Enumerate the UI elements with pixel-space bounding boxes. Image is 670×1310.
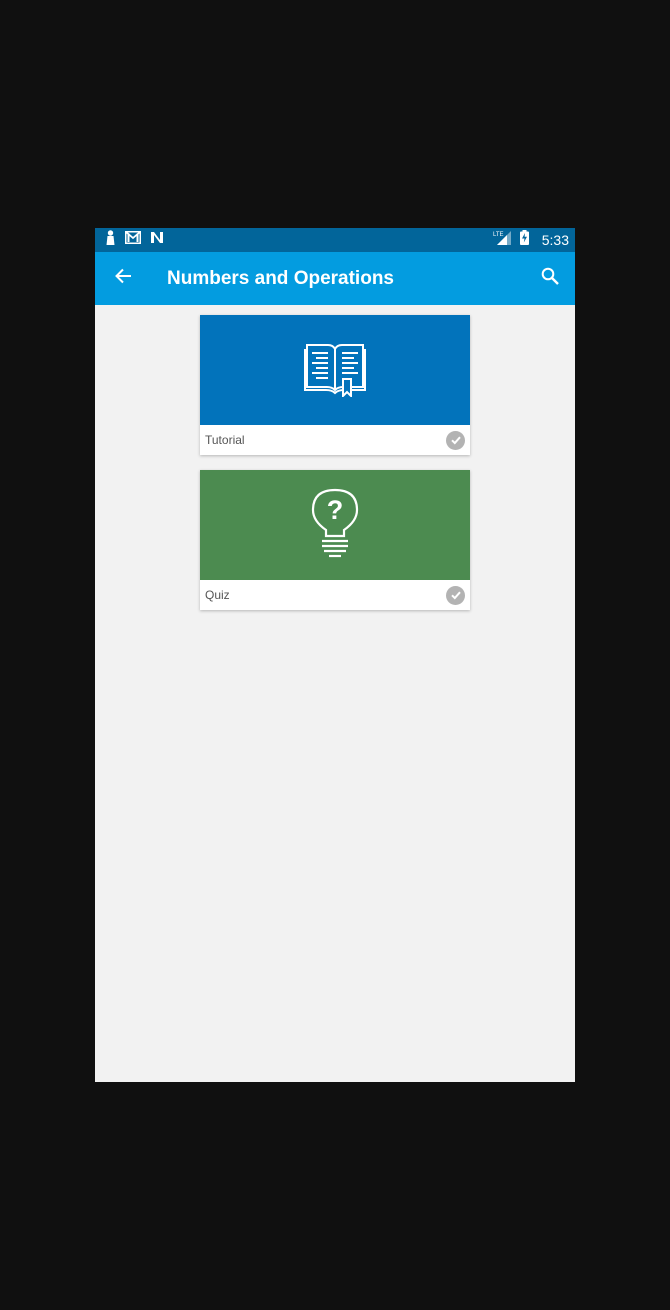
n-app-icon bbox=[150, 231, 164, 249]
back-button[interactable] bbox=[95, 252, 151, 305]
search-icon bbox=[541, 267, 559, 290]
notification-icons bbox=[105, 230, 164, 250]
svg-text:?: ? bbox=[327, 495, 344, 525]
notification-person-icon bbox=[105, 230, 116, 250]
check-circle-icon bbox=[446, 430, 465, 450]
status-bar: LTE 5:33 bbox=[95, 228, 575, 252]
quiz-card-footer: Quiz bbox=[200, 580, 470, 610]
tutorial-card-label: Tutorial bbox=[205, 433, 245, 447]
lightbulb-question-icon: ? bbox=[310, 488, 360, 563]
network-label: LTE bbox=[493, 232, 504, 238]
gmail-icon bbox=[125, 231, 141, 249]
arrow-back-icon bbox=[114, 267, 132, 290]
lte-signal-icon: LTE bbox=[493, 230, 511, 250]
tutorial-card[interactable]: Tutorial bbox=[200, 315, 470, 455]
app-screen: LTE 5:33 Numbers and Operations Tutorial… bbox=[95, 228, 575, 1082]
quiz-card-label: Quiz bbox=[205, 588, 230, 602]
tutorial-card-image bbox=[200, 315, 470, 425]
tutorial-card-footer: Tutorial bbox=[200, 425, 470, 455]
book-icon bbox=[304, 339, 366, 402]
quiz-card[interactable]: ? Quiz bbox=[200, 470, 470, 610]
battery-charging-icon bbox=[519, 230, 529, 250]
app-bar: Numbers and Operations bbox=[95, 252, 575, 305]
system-icons: LTE 5:33 bbox=[493, 230, 569, 250]
check-circle-icon bbox=[446, 585, 465, 605]
status-time: 5:33 bbox=[541, 232, 569, 248]
module-list: Tutorial ? Quiz bbox=[95, 305, 575, 610]
quiz-card-image: ? bbox=[200, 470, 470, 580]
search-button[interactable] bbox=[525, 252, 575, 305]
page-title: Numbers and Operations bbox=[167, 267, 394, 289]
